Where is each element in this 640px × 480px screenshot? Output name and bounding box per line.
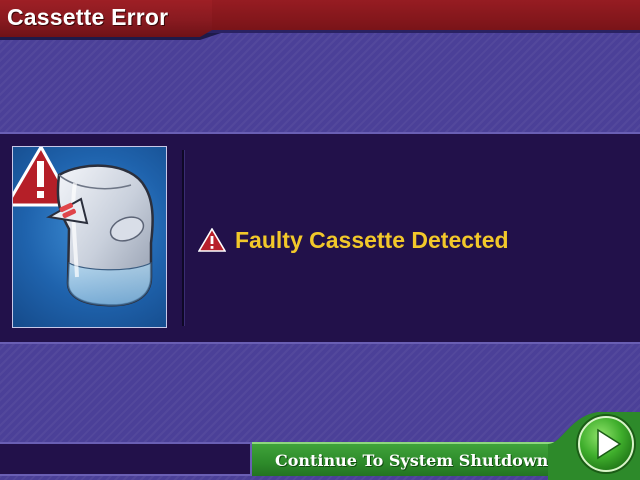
error-message: Faulty Cassette Detected [235,226,509,253]
continue-button[interactable]: Continue To System Shutdown [252,442,582,476]
play-arrow-icon[interactable] [548,408,640,480]
cassette-warning-illustration [12,146,167,328]
panel-divider [182,150,184,326]
error-panel: Faulty Cassette Detected [0,132,640,344]
error-message-row: Faulty Cassette Detected [198,224,509,256]
footer-left-bar [0,442,252,476]
continue-button-label: Continue To System Shutdown [275,451,549,470]
title-bar: Cassette Error [0,0,640,40]
cassette-icon [13,147,154,307]
warning-triangle-icon [198,228,226,252]
window-title: Cassette Error [7,4,169,30]
